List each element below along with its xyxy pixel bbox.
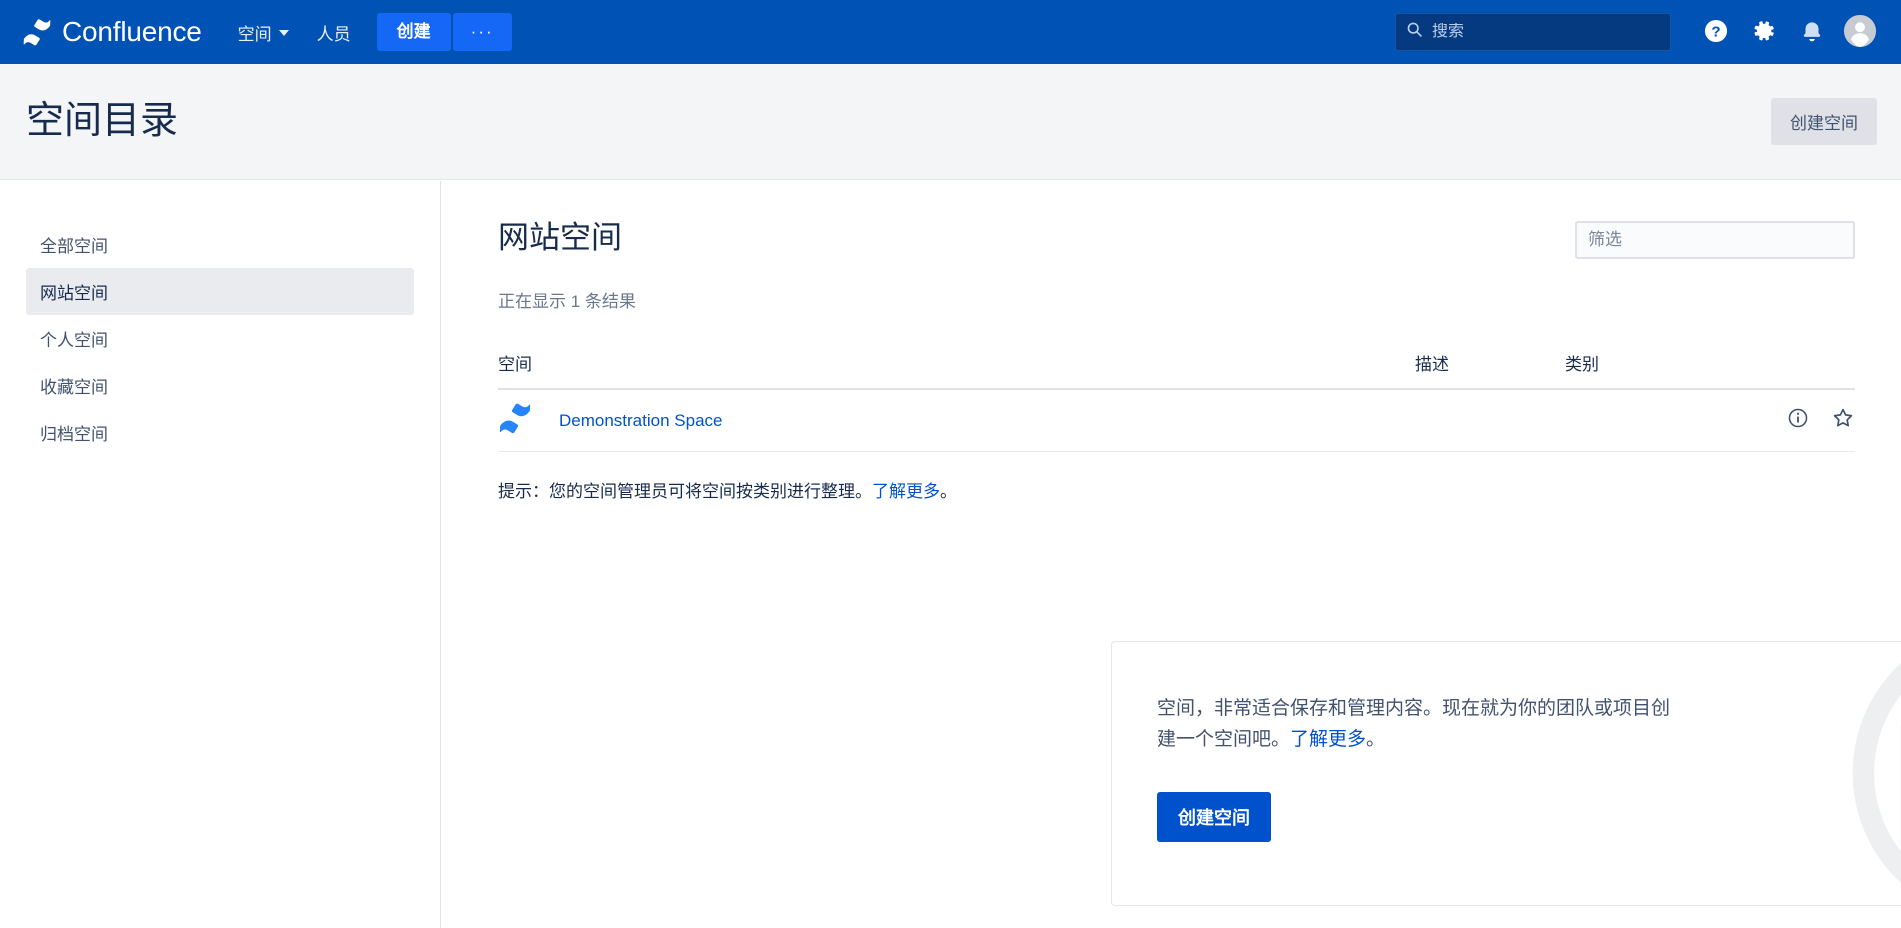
category-hint-link[interactable]: 了解更多 xyxy=(872,482,940,501)
avatar-button[interactable] xyxy=(1839,11,1881,53)
space-name-link[interactable]: Demonstration Space xyxy=(559,411,722,431)
promo-text-suffix: 。 xyxy=(1366,728,1386,750)
confluence-space-logo-icon xyxy=(498,401,532,440)
column-header-space: 空间 xyxy=(498,355,532,374)
sidebar-item-site-spaces[interactable]: 网站空间 xyxy=(26,268,414,315)
promo-text: 空间，非常适合保存和管理内容。现在就为你的团队或项目创建一个空间吧。 xyxy=(1157,698,1671,750)
brand-logo[interactable]: Confluence xyxy=(22,17,202,47)
promo-learn-more-link[interactable]: 了解更多 xyxy=(1290,729,1366,750)
spaces-table: 空间 描述 类别 Demonstration Space xyxy=(498,350,1855,452)
page-body: 全部空间 网站空间 个人空间 收藏空间 归档空间 网站空间 正在显示 1 条结果… xyxy=(0,181,1901,928)
column-header-category: 类别 xyxy=(1565,355,1599,374)
create-space-promo-card: 空间，非常适合保存和管理内容。现在就为你的团队或项目创建一个空间吧。了解更多。 … xyxy=(1111,641,1901,906)
sidebar-item-archived-spaces[interactable]: 归档空间 xyxy=(26,409,414,456)
search-box[interactable] xyxy=(1395,13,1671,51)
create-button-group: 创建 ··· xyxy=(376,12,512,52)
nav-link-people-label: 人员 xyxy=(316,24,351,44)
cell-space: Demonstration Space xyxy=(498,401,1375,440)
column-header-description: 描述 xyxy=(1415,355,1449,374)
nav-link-people[interactable]: 人员 xyxy=(303,10,365,55)
category-hint: 提示：您的空间管理员可将空间按类别进行整理。了解更多。 xyxy=(498,477,1855,502)
create-button[interactable]: 创建 xyxy=(376,12,451,52)
nav-link-spaces[interactable]: 空间 xyxy=(224,10,303,55)
sidebar-item-favorite-spaces[interactable]: 收藏空间 xyxy=(26,362,414,409)
sidebar: 全部空间 网站空间 个人空间 收藏空间 归档空间 xyxy=(0,181,441,928)
more-options-button[interactable]: ··· xyxy=(452,12,512,52)
table-header-row: 空间 描述 类别 xyxy=(498,350,1855,390)
page-title: 空间目录 xyxy=(26,99,179,142)
promo-create-space-button[interactable]: 创建空间 xyxy=(1157,791,1271,842)
chevron-down-icon xyxy=(278,30,289,36)
avatar-icon xyxy=(1843,14,1877,51)
svg-text:?: ? xyxy=(1711,23,1720,40)
category-hint-suffix: 。 xyxy=(940,482,957,501)
brand-label: Confluence xyxy=(62,16,202,47)
settings-button[interactable] xyxy=(1743,11,1785,53)
top-navigation-bar: Confluence 空间 人员 创建 ··· 搜索 ? xyxy=(0,0,1901,64)
help-icon: ? xyxy=(1703,18,1729,47)
table-row: Demonstration Space xyxy=(498,390,1855,452)
filter-input[interactable] xyxy=(1575,221,1855,259)
cell-actions xyxy=(1745,406,1855,435)
search-icon xyxy=(1406,21,1423,43)
sidebar-item-personal-spaces[interactable]: 个人空间 xyxy=(26,315,414,362)
confluence-logo-icon xyxy=(22,17,52,47)
sidebar-item-all-spaces[interactable]: 全部空间 xyxy=(26,221,414,268)
main-content: 网站空间 正在显示 1 条结果 空间 描述 类别 Demonstr xyxy=(441,181,1901,928)
primary-nav-links: 空间 人员 xyxy=(224,10,365,55)
search-input[interactable] xyxy=(1432,23,1660,41)
notifications-button[interactable] xyxy=(1791,11,1833,53)
promo-text-block: 空间，非常适合保存和管理内容。现在就为你的团队或项目创建一个空间吧。了解更多。 xyxy=(1157,694,1687,756)
nav-link-spaces-label: 空间 xyxy=(237,24,272,44)
content-header: 网站空间 xyxy=(498,220,1855,259)
header-create-space-button[interactable]: 创建空间 xyxy=(1771,98,1877,145)
help-button[interactable]: ? xyxy=(1695,11,1737,53)
gear-icon xyxy=(1751,18,1777,47)
category-hint-text: 提示：您的空间管理员可将空间按类别进行整理。 xyxy=(498,482,872,501)
result-count: 正在显示 1 条结果 xyxy=(498,292,636,311)
star-icon[interactable] xyxy=(1831,406,1855,435)
nav-right-group: ? xyxy=(1395,11,1881,53)
notification-bell-icon xyxy=(1799,18,1825,47)
section-title: 网站空间 xyxy=(498,220,622,255)
page-header: 空间目录 创建空间 xyxy=(0,64,1901,180)
info-icon[interactable] xyxy=(1787,407,1809,434)
promo-content: 空间，非常适合保存和管理内容。现在就为你的团队或项目创建一个空间吧。了解更多。 … xyxy=(1112,642,1901,842)
